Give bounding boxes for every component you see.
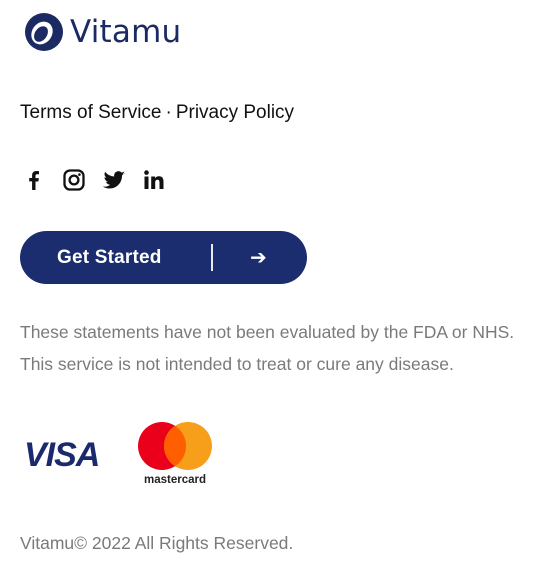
linkedin-icon xyxy=(144,170,164,189)
twitter-link[interactable] xyxy=(102,168,126,192)
twitter-icon xyxy=(102,171,125,189)
mastercard-logo-icon: mastercard xyxy=(138,422,212,486)
visa-logo-icon: VISA xyxy=(24,436,100,473)
get-started-button[interactable]: Get Started ➔ xyxy=(20,231,307,284)
terms-of-service-link[interactable]: Terms of Service xyxy=(20,102,161,123)
facebook-icon xyxy=(29,171,39,190)
svg-text:mastercard: mastercard xyxy=(144,474,206,486)
button-divider xyxy=(211,244,213,271)
fda-disclaimer: These statements have not been evaluated… xyxy=(20,322,515,374)
linkedin-link[interactable] xyxy=(142,168,166,192)
arrow-right-icon: ➔ xyxy=(250,246,267,269)
social-links xyxy=(22,168,166,192)
payment-methods: VISA mastercard xyxy=(22,420,216,486)
copyright-notice: Vitamu© 2022 All Rights Reserved. xyxy=(20,533,294,553)
footer: Vitamu Terms of Service·Privacy Policy xyxy=(0,0,543,562)
instagram-icon xyxy=(63,169,85,191)
svg-text:VISA: VISA xyxy=(24,436,99,473)
facebook-link[interactable] xyxy=(22,168,46,192)
brand-name: Vitamu xyxy=(70,13,182,50)
vitamu-logo-icon xyxy=(25,13,63,51)
brand-logo[interactable]: Vitamu xyxy=(22,10,181,54)
legal-links: Terms of Service · Privacy Policy xyxy=(20,101,294,125)
privacy-policy-link[interactable]: Privacy Policy xyxy=(176,102,294,123)
instagram-link[interactable] xyxy=(62,168,86,192)
get-started-label: Get Started xyxy=(57,246,162,268)
legal-separator: · xyxy=(165,102,172,123)
